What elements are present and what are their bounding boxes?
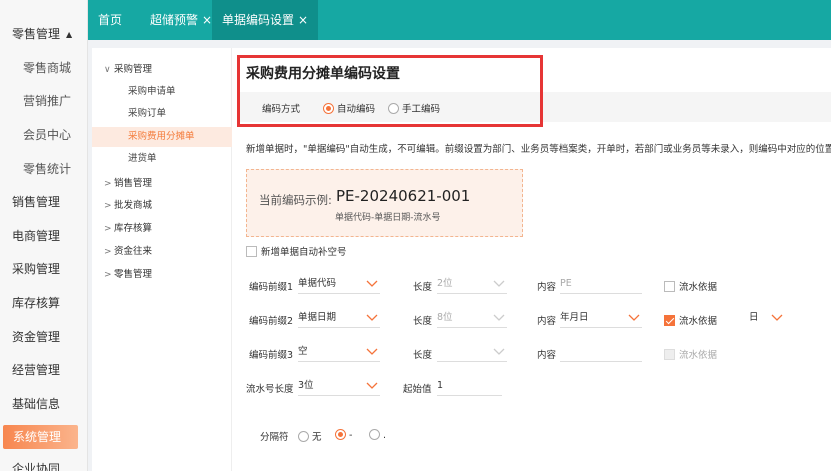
tree-item-purchase-request[interactable]: 采购申请单 [92,82,232,102]
sidebar-item-retail-mall[interactable]: 零售商城 [0,56,87,80]
prefix3-select[interactable]: 空 [298,342,380,362]
prefix2-select[interactable]: 单据日期 [298,308,380,328]
tab-home[interactable]: 首页 [88,0,132,40]
sidebar-item-retail-stats[interactable]: 零售统计 [0,157,87,181]
chevron-down-icon [493,274,505,294]
separator-none-radio[interactable]: 无 [298,429,322,443]
serial-length-select[interactable]: 3位 [298,376,380,396]
annotation-highlight-box [237,55,543,127]
chevron-down-icon [493,342,505,362]
prefix1-content-input[interactable]: PE [560,274,642,294]
prefix2-len-select[interactable]: 8位 [437,308,507,328]
checkbox-disabled-icon [664,349,675,360]
caret-up-icon: ▲ [66,29,73,39]
chevron-right-icon: > [104,270,112,280]
prefix3-label: 编码前缀3 [249,350,294,361]
radio-icon [298,431,309,442]
prefix1-len-select[interactable]: 2位 [437,274,507,294]
example-code: PE-20240621-001 [336,187,471,205]
tab-bar: 首页 超储预警 × 单据编码设置 × [88,0,831,40]
prefix3-len-label: 长度 [413,350,433,361]
chevron-right-icon: > [104,201,112,211]
tree-group-sales[interactable]: > 销售管理 [92,174,232,194]
prefix1-select[interactable]: 单据代码 [298,274,380,294]
chevron-down-icon [628,308,640,328]
sidebar-item-system[interactable]: 系统管理 [3,425,78,449]
checkbox-icon [246,246,257,257]
sidebar-item-marketing[interactable]: 营销推广 [0,89,87,113]
separator-dash-radio[interactable]: - [335,429,352,441]
main-sidebar: 零售管理 ▲ 零售商城 营销推广 会员中心 零售统计 销售管理 电商管理 采购管理… [0,0,88,471]
close-icon[interactable]: × [298,13,308,27]
chevron-right-icon: > [104,179,112,189]
radio-icon [369,429,380,440]
autofill-checkbox[interactable]: 新增单据自动补空号 [246,244,347,258]
separator-label: 分隔符 [260,432,289,443]
sidebar-item-operation[interactable]: 经营管理 [0,358,87,382]
tab-doc-code-settings[interactable]: 单据编码设置 × [212,0,319,40]
tree-group-funds[interactable]: > 资金往来 [92,242,232,262]
sidebar-item-basic-info[interactable]: 基础信息 [0,392,87,416]
chevron-down-icon [366,342,378,362]
chevron-right-icon: > [104,224,112,234]
tree-item-purchase-order[interactable]: 采购订单 [92,104,232,124]
prefix3-content-input[interactable] [560,342,642,362]
tree-group-retail[interactable]: > 零售管理 [92,265,232,285]
tree-group-wholesale[interactable]: > 批发商城 [92,196,232,216]
sidebar-item-retail[interactable]: 零售管理 ▲ [0,22,87,46]
start-value-label: 起始值 [403,384,432,395]
prefix2-label: 编码前缀2 [249,316,294,327]
prefix3-content-label: 内容 [537,350,557,361]
checkbox-icon [664,281,675,292]
prefix1-len-label: 长度 [413,282,433,293]
sidebar-item-collab[interactable]: 企业协同 [0,457,87,471]
settings-tree: ∨ 采购管理 采购申请单 采购订单 采购费用分摊单 进货单 > 销售管理 > 批发商城… [92,48,232,471]
tree-group-purchase[interactable]: ∨ 采购管理 [92,60,232,80]
radio-checked-icon [335,429,346,440]
sidebar-item-funds[interactable]: 资金管理 [0,325,87,349]
prefix3-len-select[interactable] [437,342,507,362]
code-example-box: 当前编码示例: PE-20240621-001 单据代码-单据日期-流水号 [246,169,523,237]
prefix2-content-select[interactable]: 年月日 [560,308,642,328]
tree-group-inventory[interactable]: > 库存核算 [92,219,232,239]
sidebar-item-member[interactable]: 会员中心 [0,123,87,147]
chevron-down-icon: ∨ [104,65,111,75]
start-value-input[interactable]: 1 [437,376,502,396]
chevron-down-icon [366,308,378,328]
prefix2-len-label: 长度 [413,316,433,327]
chevron-down-icon [366,376,378,396]
example-hint: 单据代码-单据日期-流水号 [335,213,441,223]
prefix1-flow-checkbox[interactable]: 流水依据 [664,279,717,293]
separator-dot-radio[interactable]: . [369,429,386,441]
checkbox-checked-icon [664,315,675,326]
prefix3-flow-checkbox[interactable]: 流水依据 [664,347,717,361]
prefix2-content-label: 内容 [537,316,557,327]
prefix1-content-label: 内容 [537,282,557,293]
tree-item-purchase-cost-allocation[interactable]: 采购费用分摊单 [92,127,232,147]
prefix2-flow-unit-select[interactable]: 日 [749,308,785,328]
close-icon[interactable]: × [202,13,212,27]
sidebar-item-purchase[interactable]: 采购管理 [0,257,87,281]
chevron-down-icon [493,308,505,328]
tab-overstock-alert[interactable]: 超储预警 × [140,0,222,40]
prefix2-flow-checkbox[interactable]: 流水依据 [664,313,717,327]
sidebar-item-ecommerce[interactable]: 电商管理 [0,224,87,248]
chevron-down-icon [771,308,783,328]
chevron-right-icon: > [104,247,112,257]
chevron-down-icon [366,274,378,294]
sidebar-item-inventory[interactable]: 库存核算 [0,291,87,315]
tree-item-receipt[interactable]: 进货单 [92,149,232,169]
serial-length-label: 流水号长度 [246,384,294,395]
prefix1-label: 编码前缀1 [249,282,294,293]
sidebar-item-sales[interactable]: 销售管理 [0,190,87,214]
coding-note: 新增单据时，"单据编码"自动生成，不可编辑。前缀设置为部门、业务员等档案类，开单… [246,144,831,155]
sidebar-item-top-cut[interactable] [0,0,87,16]
example-label: 当前编码示例: [259,193,332,207]
